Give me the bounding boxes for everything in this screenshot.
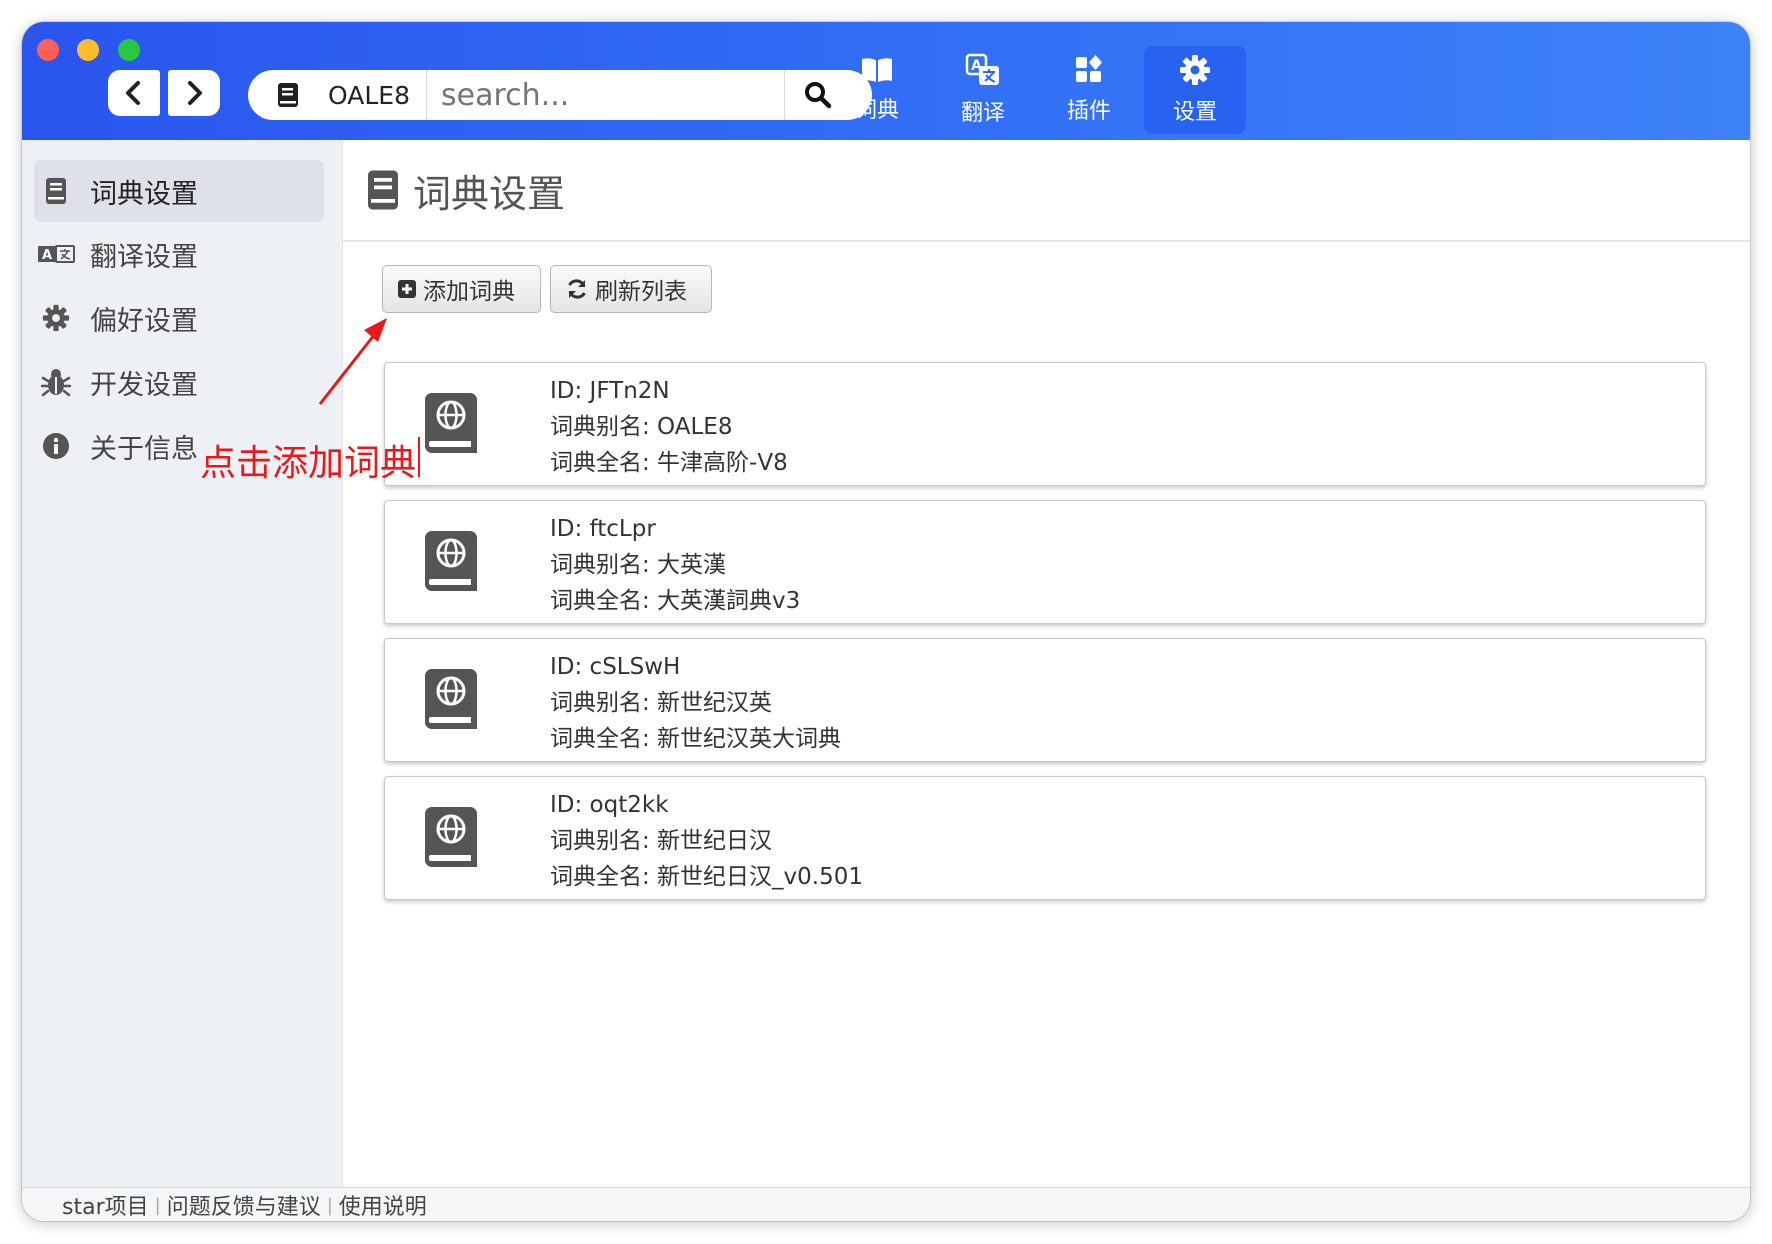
annotation-text: 点击添加词典	[200, 443, 417, 484]
annotation-arrow	[318, 318, 387, 405]
text-caret	[418, 437, 420, 477]
